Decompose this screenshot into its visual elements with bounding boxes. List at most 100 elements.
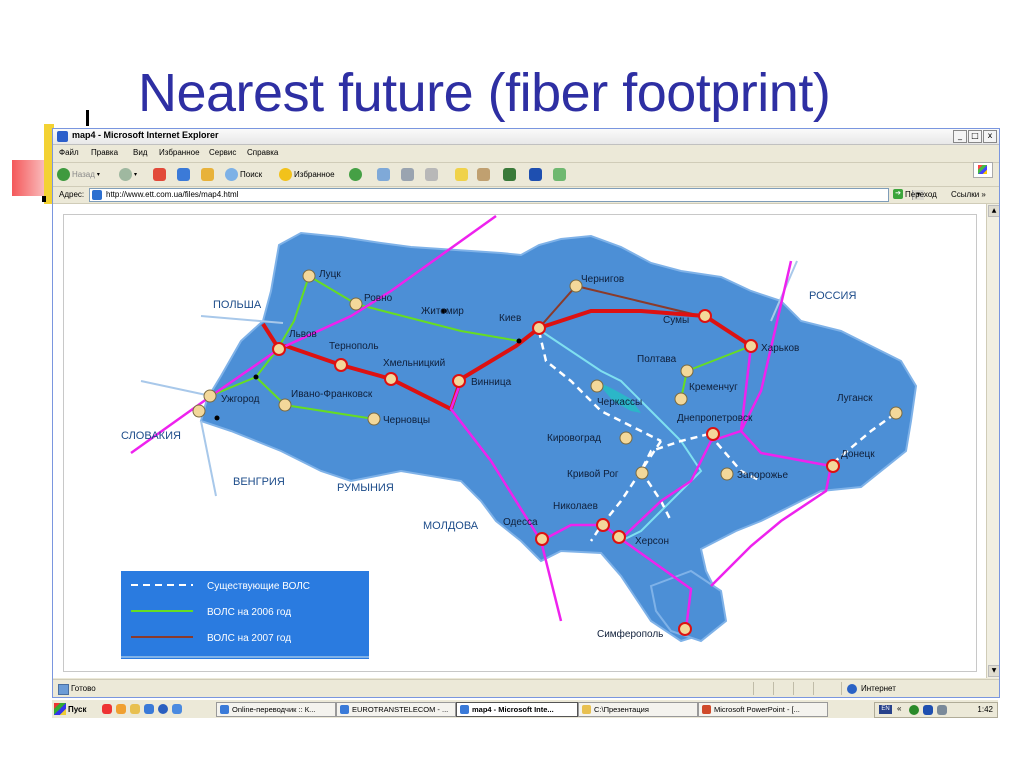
scroll-down-icon[interactable]: ▼ — [988, 665, 999, 677]
scroll-up-icon[interactable]: ▲ — [988, 205, 999, 217]
city-marker — [452, 374, 466, 388]
menu-help[interactable]: Справка — [247, 148, 278, 157]
city-label: Кременчуг — [689, 382, 738, 393]
home-icon[interactable] — [201, 168, 214, 181]
city-label: Ивано-Франковск — [291, 389, 373, 400]
city-label: Херсон — [635, 536, 669, 547]
search-icon — [225, 167, 238, 181]
city-marker — [535, 532, 549, 546]
opera-icon[interactable] — [102, 704, 112, 714]
city-label: Луцк — [319, 269, 341, 280]
ie-icon — [220, 705, 229, 714]
history-icon[interactable] — [349, 168, 362, 181]
mail-icon[interactable] — [377, 168, 390, 181]
back-arrow-icon — [57, 167, 70, 181]
favorites-button[interactable]: Избранное — [279, 167, 335, 181]
city-label: Ровно — [364, 293, 393, 304]
search-button[interactable]: Поиск — [225, 167, 262, 181]
city-label: Днепропетровск — [677, 413, 753, 424]
task-presentation-folder[interactable]: C:\Презентация — [578, 702, 698, 717]
powerpoint-icon — [702, 705, 711, 714]
vertical-scrollbar[interactable]: ▲ ▼ — [986, 204, 999, 678]
legend-label-2006: ВОЛС на 2006 год — [207, 607, 291, 618]
city-marker — [635, 466, 649, 480]
task-map4[interactable]: map4 - Microsoft Inte... — [456, 702, 578, 717]
city-marker — [680, 364, 694, 378]
edit-icon[interactable] — [425, 168, 438, 181]
city-marker — [272, 342, 286, 356]
chevron-down-icon: ▾ — [134, 171, 138, 178]
menu-view[interactable]: Вид — [133, 148, 147, 157]
forward-button[interactable]: ▾ — [119, 167, 137, 181]
address-label: Адрес: — [59, 190, 85, 199]
links-button[interactable]: Ссылки » — [951, 190, 986, 199]
city-label: Полтава — [637, 354, 677, 365]
page-icon — [92, 190, 102, 200]
city-marker — [203, 389, 217, 403]
close-button[interactable]: x — [983, 130, 997, 143]
window-title: map4 - Microsoft Internet Explorer — [72, 130, 219, 140]
menu-file[interactable]: Файл — [59, 148, 79, 157]
folder-icon[interactable] — [130, 704, 140, 714]
city-marker — [826, 459, 840, 473]
city-label: Харьков — [761, 343, 799, 354]
menu-bar: Файл Правка Вид Избранное Сервис Справка — [53, 145, 999, 178]
language-indicator[interactable]: EN — [879, 705, 892, 714]
menu-favorites[interactable]: Избранное — [159, 148, 200, 157]
go-arrow-icon: ➔ — [893, 189, 903, 199]
city-marker — [334, 358, 348, 372]
bluetooth-icon[interactable] — [529, 168, 542, 181]
city-marker — [889, 406, 903, 420]
fiber-map: ПОЛЬША СЛОВАКИЯ ВЕНГРИЯ РУМЫНИЯ МОЛДОВА … — [121, 214, 918, 659]
back-button[interactable]: Назад ▾ — [57, 167, 100, 181]
task-powerpoint[interactable]: Microsoft PowerPoint - [... — [698, 702, 828, 717]
media-icon[interactable] — [158, 704, 168, 714]
chevron-left-icon[interactable]: « — [897, 704, 901, 713]
refresh-icon[interactable] — [177, 168, 190, 181]
city-marker — [532, 321, 546, 335]
city-label: Одесса — [503, 517, 538, 528]
legend-label-existing: Существующие ВОЛС — [207, 581, 310, 592]
city-marker — [192, 404, 206, 418]
minimize-button[interactable]: _ — [953, 130, 967, 143]
ie-icon[interactable] — [144, 704, 154, 714]
country-label-romania: РУМЫНИЯ — [337, 482, 394, 494]
menu-tools[interactable]: Сервис — [209, 148, 236, 157]
internet-zone-icon — [847, 684, 857, 694]
city-marker — [706, 427, 720, 441]
city-marker — [619, 431, 633, 445]
print-icon[interactable] — [401, 168, 414, 181]
window-titlebar: map4 - Microsoft Internet Explorer _ □ x — [53, 129, 999, 145]
stop-icon[interactable] — [153, 168, 166, 181]
city-label: Чернигов — [581, 274, 624, 285]
city-marker — [612, 530, 626, 544]
messenger-people-icon[interactable] — [553, 168, 566, 181]
folder-icon[interactable] — [455, 168, 468, 181]
chevron-down-icon: ▾ — [96, 171, 100, 178]
tray-icon[interactable] — [909, 705, 919, 715]
star-icon — [279, 167, 292, 181]
task-translator[interactable]: Online-переводчик :: К... — [216, 702, 336, 717]
forward-arrow-icon — [119, 167, 132, 181]
quicklaunch-icon[interactable] — [116, 704, 126, 714]
start-button[interactable]: Пуск — [54, 702, 86, 716]
research-icon[interactable] — [477, 168, 490, 181]
city-label: Донецк — [841, 449, 875, 460]
windows-logo-icon — [54, 703, 66, 715]
network-tray-icon[interactable] — [937, 705, 947, 715]
city-marker — [698, 309, 712, 323]
city-label: Тернополь — [329, 341, 379, 352]
system-tray: EN « 1:42 — [874, 702, 998, 718]
slide-decoration-bar — [86, 110, 89, 126]
address-input[interactable]: http://www.ett.com.ua/files/map4.html ▼ — [89, 188, 924, 202]
bluetooth-tray-icon[interactable] — [923, 705, 933, 715]
task-eurotranstelecom[interactable]: EUROTRANSTELECOM - ... — [336, 702, 456, 717]
go-button[interactable]: ➔ Переход — [893, 189, 937, 199]
desktop-icon[interactable] — [172, 704, 182, 714]
menu-edit[interactable]: Правка — [91, 148, 118, 157]
page-content: ПОЛЬША СЛОВАКИЯ ВЕНГРИЯ РУМЫНИЯ МОЛДОВА … — [53, 204, 999, 678]
maximize-button[interactable]: □ — [968, 130, 982, 143]
messenger-icon[interactable] — [503, 168, 516, 181]
ie-icon — [340, 705, 349, 714]
browser-window: map4 - Microsoft Internet Explorer _ □ x… — [52, 128, 1000, 698]
